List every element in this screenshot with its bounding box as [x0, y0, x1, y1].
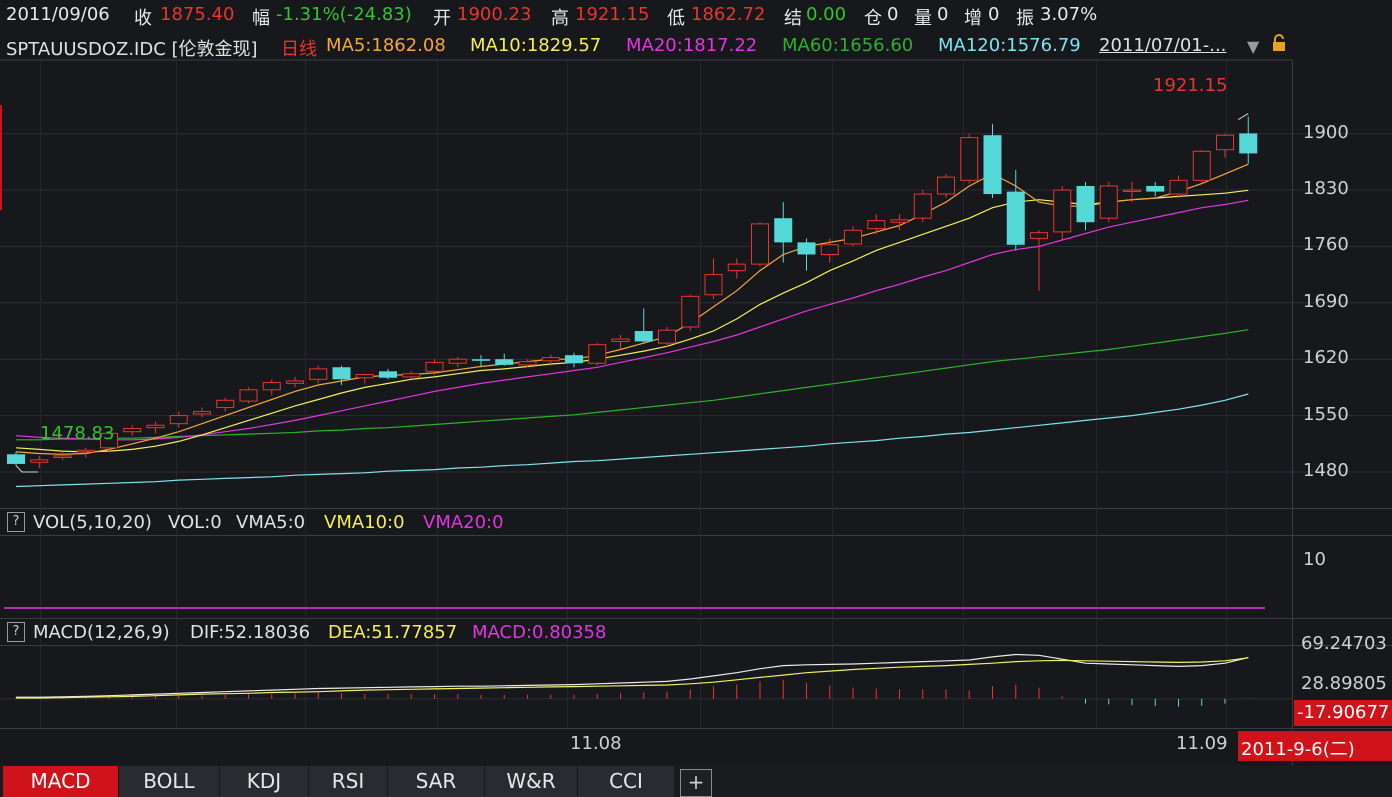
candle-body-up: [123, 427, 142, 433]
macd-axis-tick-current: -17.90677: [1297, 702, 1390, 723]
candle-body-up: [216, 399, 235, 409]
low-price-marker: 1478.83: [40, 423, 115, 444]
candle-body-up: [76, 449, 95, 453]
candlestick-series: [7, 113, 1258, 473]
candle-body-up: [1216, 134, 1234, 151]
tab-kdj[interactable]: KDJ: [220, 766, 309, 797]
vol-help-icon[interactable]: ?: [7, 512, 25, 532]
candle-body-up: [890, 219, 909, 223]
candle-body-up: [1123, 189, 1141, 193]
x-axis-label-sep: 11.09: [1176, 733, 1228, 754]
candle-body-up: [867, 220, 886, 230]
vol-indicator-name[interactable]: VOL(5,10,20): [33, 512, 152, 533]
vma5-value: VMA5:0: [236, 512, 306, 533]
current-date-label: 2011-9-6(二): [1241, 739, 1355, 760]
candle-body-up: [239, 389, 258, 402]
candle-body-down: [634, 331, 653, 342]
candle-body-up: [1053, 189, 1072, 233]
low-pointer: [15, 465, 38, 473]
macd-axis-tick-top: 69.24703: [1301, 633, 1387, 654]
dif-value: DIF:52.18036: [190, 622, 311, 643]
candle-body-down: [7, 454, 25, 464]
price-axis-tick: 1830: [1303, 178, 1349, 199]
candle-body-up: [611, 338, 630, 342]
candle-body-up: [262, 382, 281, 391]
candle-body-up: [309, 368, 328, 380]
vol-axis-tick: 10: [1303, 549, 1326, 570]
candle-body-up: [518, 361, 537, 366]
macd-value: MACD:0.80358: [472, 622, 607, 643]
candle-body-down: [1239, 133, 1258, 154]
candle-body-up: [541, 357, 560, 362]
tab-sar[interactable]: SAR: [388, 766, 485, 797]
x-axis-label-aug: 11.08: [570, 733, 622, 754]
candle-body-down: [797, 242, 816, 255]
high-price-marker: 1921.15: [1153, 75, 1228, 96]
dea-value: DEA:51.77857: [328, 622, 458, 643]
candle-body-up: [588, 344, 607, 364]
candle-body-up: [1169, 179, 1188, 195]
high-pointer: [1237, 113, 1249, 120]
tab-cci[interactable]: CCI: [578, 766, 675, 797]
candle-body-up: [53, 455, 72, 458]
candle-body-up: [402, 373, 421, 378]
candle-body-down: [565, 355, 583, 364]
candle-body-up: [355, 374, 374, 379]
macd-help-icon[interactable]: ?: [7, 622, 25, 642]
candle-body-down: [774, 218, 793, 243]
macd-axis-tick-mid: 28.89805: [1301, 673, 1387, 694]
candle-body-up: [960, 137, 979, 181]
candle-body-up: [1099, 185, 1118, 219]
candle-body-up: [169, 415, 188, 425]
ma120-line: [15, 393, 1249, 488]
vma10-value: VMA10:0: [324, 512, 405, 533]
candle-body-up: [448, 358, 467, 364]
candle-body-up: [425, 361, 444, 372]
candle-body-up: [751, 223, 769, 265]
candle-body-up: [193, 411, 211, 415]
candle-body-down: [495, 359, 514, 365]
candle-body-down: [1006, 191, 1025, 245]
candle-body-down: [1076, 185, 1095, 223]
candle-body-down: [472, 359, 490, 361]
tab-boll[interactable]: BOLL: [119, 766, 220, 797]
candle-body-up: [1192, 150, 1211, 181]
vol-value: VOL:0: [168, 512, 222, 533]
tab-wr[interactable]: W&R: [485, 766, 578, 797]
candle-body-down: [983, 135, 1002, 195]
candle-body-up: [30, 459, 49, 463]
candle-body-up: [844, 229, 862, 245]
candle-body-up: [727, 263, 746, 272]
kline-chart[interactable]: [0, 0, 1392, 765]
candle-body-up: [820, 244, 839, 255]
macd-indicator-name[interactable]: MACD(12,26,9): [33, 622, 170, 643]
price-axis-tick: 1760: [1303, 234, 1349, 256]
candle-body-up: [913, 193, 932, 219]
candle-body-up: [146, 424, 165, 429]
left-edge-marker: [0, 105, 2, 210]
candle-body-up: [704, 274, 723, 296]
candle-body-up: [681, 295, 700, 328]
candle-body-up: [286, 380, 304, 384]
price-axis-tick: 1620: [1303, 347, 1349, 369]
add-tab-plus-icon[interactable]: +: [680, 769, 712, 797]
price-axis-tick: 1480: [1303, 460, 1349, 481]
price-axis-tick: 1900: [1303, 121, 1349, 143]
tab-macd[interactable]: MACD: [3, 766, 119, 797]
tab-rsi[interactable]: RSI: [309, 766, 388, 797]
macd-panel-graphics: [0, 653, 1292, 707]
candle-body-up: [937, 176, 955, 195]
candle-body-up: [1030, 232, 1048, 239]
vma20-value: VMA20:0: [423, 512, 504, 533]
candle-body-up: [658, 329, 676, 344]
candle-body-down: [1146, 185, 1165, 192]
price-axis-tick: 1690: [1303, 290, 1349, 312]
price-axis-tick: 1550: [1303, 403, 1349, 425]
candle-body-down: [379, 371, 397, 378]
candle-body-down: [332, 367, 351, 380]
ma20-line: [15, 199, 1249, 441]
